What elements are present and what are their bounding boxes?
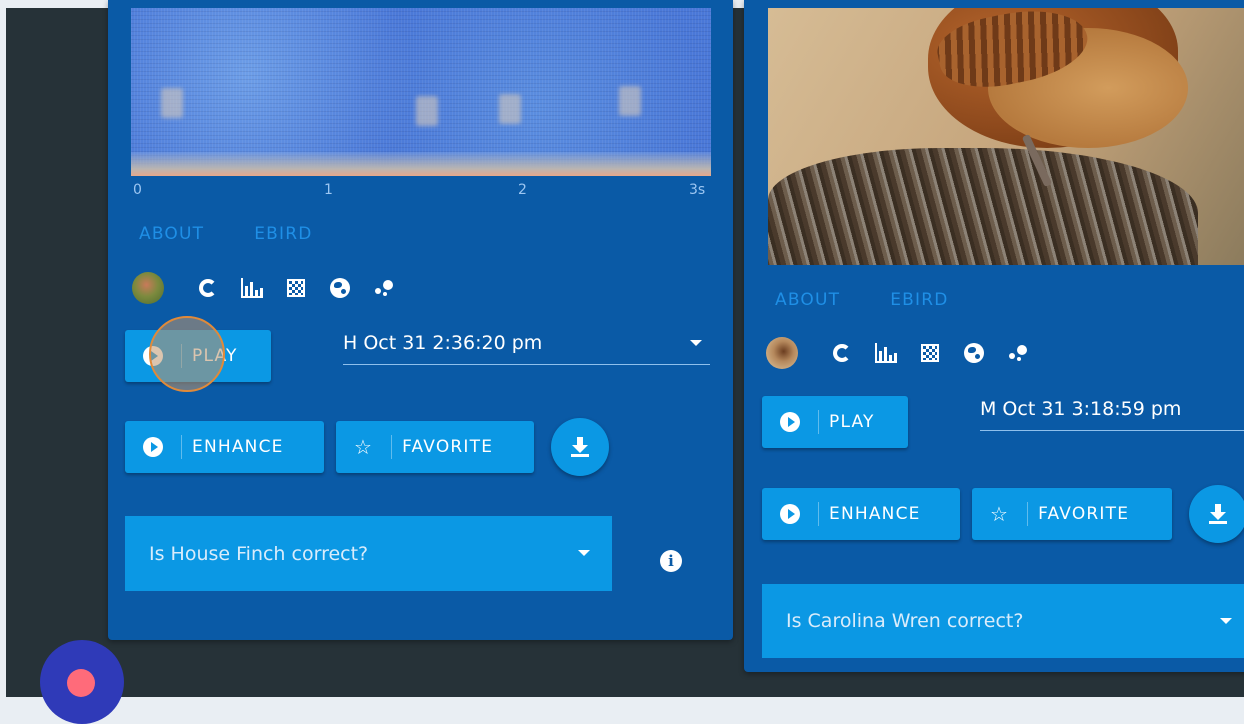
species-confirm-select[interactable]: Is House Finch correct? — [125, 516, 612, 591]
globe-icon[interactable] — [328, 276, 352, 300]
icon-toolbar — [766, 337, 1030, 369]
favorite-button[interactable]: ☆ FAVORITE — [972, 488, 1172, 540]
record-button[interactable] — [40, 640, 124, 724]
axis-tick: 1 — [324, 182, 333, 198]
play-button[interactable]: PLAY — [762, 396, 908, 448]
card-links: ABOUT EBIRD — [775, 290, 949, 310]
info-icon[interactable]: i — [660, 550, 682, 572]
checker-grid-icon[interactable] — [918, 341, 942, 365]
globe-icon[interactable] — [962, 341, 986, 365]
click-indicator — [149, 316, 225, 392]
bird-photo — [768, 8, 1244, 265]
download-icon — [571, 437, 589, 457]
icon-toolbar — [132, 272, 396, 304]
bird-avatar-icon[interactable] — [132, 272, 164, 304]
download-button[interactable] — [1189, 485, 1244, 543]
scatter-dots-icon[interactable] — [1006, 341, 1030, 365]
download-icon — [1209, 504, 1227, 524]
play-icon — [143, 437, 163, 457]
favorite-label: FAVORITE — [402, 437, 494, 457]
recording-card-carolina-wren: ABOUT EBIRD PLAY M Oct 31 3:18:59 pm ENH… — [744, 0, 1244, 672]
chevron-down-icon — [690, 340, 702, 346]
bird-avatar-icon[interactable] — [766, 337, 798, 369]
timestamp-value: H Oct 31 2:36:20 pm — [343, 332, 543, 354]
species-question: Is Carolina Wren correct? — [786, 610, 1024, 632]
time-axis: 0 1 2 3s — [131, 182, 711, 202]
download-button[interactable] — [551, 418, 609, 476]
timestamp-select[interactable]: M Oct 31 3:18:59 pm — [980, 398, 1244, 431]
axis-tick: 3s — [689, 182, 706, 198]
scatter-dots-icon[interactable] — [372, 276, 396, 300]
ebird-link[interactable]: EBIRD — [254, 224, 312, 244]
axis-tick: 2 — [518, 182, 527, 198]
favorite-label: FAVORITE — [1038, 504, 1130, 524]
axis-tick: 0 — [133, 182, 142, 198]
star-icon: ☆ — [354, 435, 374, 459]
enhance-label: ENHANCE — [829, 504, 921, 524]
species-question: Is House Finch correct? — [149, 542, 369, 565]
bar-chart-icon[interactable] — [240, 276, 264, 300]
ebird-link[interactable]: EBIRD — [890, 290, 948, 310]
play-label: PLAY — [829, 412, 875, 432]
enhance-label: ENHANCE — [192, 437, 284, 457]
timestamp-select[interactable]: H Oct 31 2:36:20 pm — [343, 332, 710, 365]
enhance-button[interactable]: ENHANCE — [125, 421, 324, 473]
timestamp-value: M Oct 31 3:18:59 pm — [980, 398, 1182, 420]
star-icon: ☆ — [990, 502, 1010, 526]
spectrogram[interactable] — [131, 8, 711, 176]
checker-grid-icon[interactable] — [284, 276, 308, 300]
chevron-down-icon — [1220, 618, 1232, 624]
record-icon — [67, 669, 95, 697]
card-links: ABOUT EBIRD — [139, 224, 313, 244]
circle-chart-icon[interactable] — [830, 341, 854, 365]
about-link[interactable]: ABOUT — [139, 224, 204, 244]
chevron-down-icon — [578, 550, 590, 556]
about-link[interactable]: ABOUT — [775, 290, 840, 310]
enhance-button[interactable]: ENHANCE — [762, 488, 960, 540]
play-icon — [780, 412, 800, 432]
bar-chart-icon[interactable] — [874, 341, 898, 365]
favorite-button[interactable]: ☆ FAVORITE — [336, 421, 534, 473]
circle-chart-icon[interactable] — [196, 276, 220, 300]
play-icon — [780, 504, 800, 524]
species-confirm-select[interactable]: Is Carolina Wren correct? — [762, 584, 1244, 658]
